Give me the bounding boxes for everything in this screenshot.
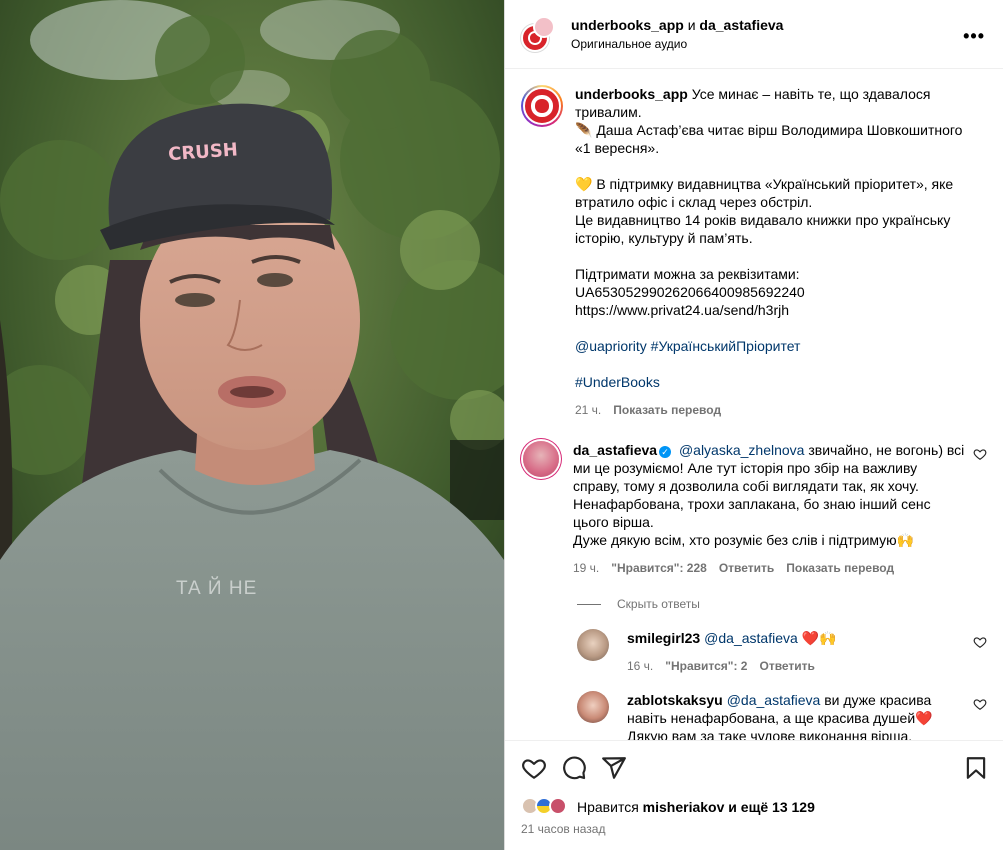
comment-meta: 19 ч. "Нравится": 228 Ответить Показать … <box>573 559 965 577</box>
heart-icon[interactable] <box>973 447 987 461</box>
caption-line: 🪶 Даша Астаф’єва читає вірш Володимира Ш… <box>575 122 963 156</box>
liker-avatars[interactable] <box>521 797 571 817</box>
mention-link[interactable]: @da_astafieva <box>704 630 798 646</box>
mention-link[interactable]: @alyaska_zhelnova <box>679 442 805 458</box>
more-horizontal-icon: ••• <box>963 26 985 46</box>
reply-body: zablotskaksyu @da_astafieva ви дуже краси… <box>627 691 967 740</box>
comment-body: da_astafieva ✓ @alyaska_zhelnova звичайно… <box>573 441 965 577</box>
reply-item: smilegirl23 @da_astafieva ❤️🙌 16 ч. "Нрав… <box>577 629 987 675</box>
header-text: underbooks_app и da_astafieva Оригинальн… <box>571 17 783 51</box>
caption-time[interactable]: 21 ч. <box>575 401 601 419</box>
post-header: underbooks_app и da_astafieva Оригинальн… <box>505 0 1003 69</box>
comment-icon[interactable] <box>561 755 587 781</box>
donation-url: https://www.privat24.ua/send/h3rjh <box>575 302 790 318</box>
comment-time[interactable]: 19 ч. <box>573 559 599 577</box>
reel-video[interactable]: CRUSH ТА Й НЕ <box>0 0 504 850</box>
likes-text: Нравится misheriakov и ещё 13 129 <box>577 799 815 815</box>
audio-link[interactable]: Оригинальное аудио <box>571 37 783 51</box>
reply-username-link[interactable]: zablotskaksyu <box>627 692 723 708</box>
translate-button[interactable]: Показать перевод <box>786 559 894 577</box>
verified-badge-icon: ✓ <box>659 446 672 458</box>
avatar[interactable] <box>523 441 559 477</box>
share-icon[interactable] <box>601 755 627 781</box>
post-timestamp[interactable]: 21 часов назад <box>505 820 1003 850</box>
likes-and: и <box>728 799 737 815</box>
reply-time[interactable]: 16 ч. <box>627 657 653 675</box>
comments-section[interactable]: underbooks_app Усе минає – навіть те, що … <box>505 69 1003 740</box>
collab-username-link[interactable]: da_astafieva <box>699 17 783 33</box>
hashtags-link[interactable]: @uapriority #УкраїнськийПріоритет <box>575 337 967 355</box>
reply-likes-count[interactable]: "Нравится": 2 <box>665 657 747 675</box>
avatar[interactable] <box>577 691 609 723</box>
reply-item: zablotskaksyu @da_astafieva ви дуже краси… <box>577 691 987 740</box>
avatar <box>549 797 567 815</box>
comment-username-link[interactable]: da_astafieva <box>573 442 657 458</box>
mention-link[interactable]: @da_astafieva <box>727 692 821 708</box>
reply-username-link[interactable]: smilegirl23 <box>627 630 700 646</box>
comment-likes-count[interactable]: "Нравится": 228 <box>611 559 707 577</box>
story-ring[interactable] <box>521 85 563 127</box>
reply-body: smilegirl23 @da_astafieva ❤️🙌 16 ч. "Нрав… <box>627 629 967 675</box>
liker-username-link[interactable]: misheriakov <box>643 799 725 815</box>
likes-count-button[interactable]: ещё 13 129 <box>741 799 815 815</box>
action-bar <box>505 740 1003 794</box>
divider <box>577 603 601 605</box>
translate-button[interactable]: Показать перевод <box>613 401 721 419</box>
iban-text: UA653052990262066400985692240 <box>575 284 805 300</box>
comment-item: da_astafieva ✓ @alyaska_zhelnova звичайно… <box>521 441 987 577</box>
caption-username-link[interactable]: underbooks_app <box>575 86 688 102</box>
bookmark-icon[interactable] <box>963 755 989 781</box>
hashtag-link[interactable]: #UnderBooks <box>575 373 967 391</box>
post-panel: underbooks_app и da_astafieva Оригинальн… <box>504 0 1003 850</box>
reply-button[interactable]: Ответить <box>759 657 814 675</box>
video-caption-overlay: ТА Й НЕ <box>176 578 258 599</box>
caption-body: underbooks_app Усе минає – навіть те, що … <box>575 85 967 419</box>
hide-replies-button[interactable]: Скрыть ответы <box>577 597 987 611</box>
caption-line: 💛 В підтримку видавництва «Український п… <box>575 176 954 210</box>
reply-button[interactable]: Ответить <box>719 559 774 577</box>
comment-text: Дуже дякую всім, хто розуміє без слів і … <box>573 532 915 548</box>
post-dialog: CRUSH ТА Й НЕ underbooks_app и da_astafi… <box>0 0 1003 850</box>
avatar[interactable] <box>533 16 555 38</box>
heart-icon[interactable] <box>521 755 547 781</box>
collab-avatars[interactable] <box>521 16 557 52</box>
caption-meta: 21 ч. Показать перевод <box>575 401 967 419</box>
heart-icon[interactable] <box>973 635 987 649</box>
collab-conjunction: и <box>687 17 696 33</box>
more-options-button[interactable]: ••• <box>963 26 985 47</box>
video-frame: CRUSH <box>0 0 504 850</box>
post-caption: underbooks_app Усе минає – навіть те, що … <box>521 85 987 419</box>
author-username-link[interactable]: underbooks_app <box>571 17 684 33</box>
heart-icon[interactable] <box>973 697 987 711</box>
likes-summary: Нравится misheriakov и ещё 13 129 <box>505 794 1003 820</box>
reply-meta: 16 ч. "Нравится": 2 Ответить <box>627 657 967 675</box>
caption-line: Це видавництво 14 років видавало книжки … <box>575 212 951 246</box>
avatar[interactable] <box>523 87 561 125</box>
reply-text: ❤️🙌 <box>801 630 837 646</box>
avatar[interactable] <box>577 629 609 661</box>
likes-prefix: Нравится <box>577 799 639 815</box>
caption-line: Підтримати можна за реквізитами: <box>575 266 800 282</box>
hide-replies-label: Скрыть ответы <box>617 597 700 611</box>
